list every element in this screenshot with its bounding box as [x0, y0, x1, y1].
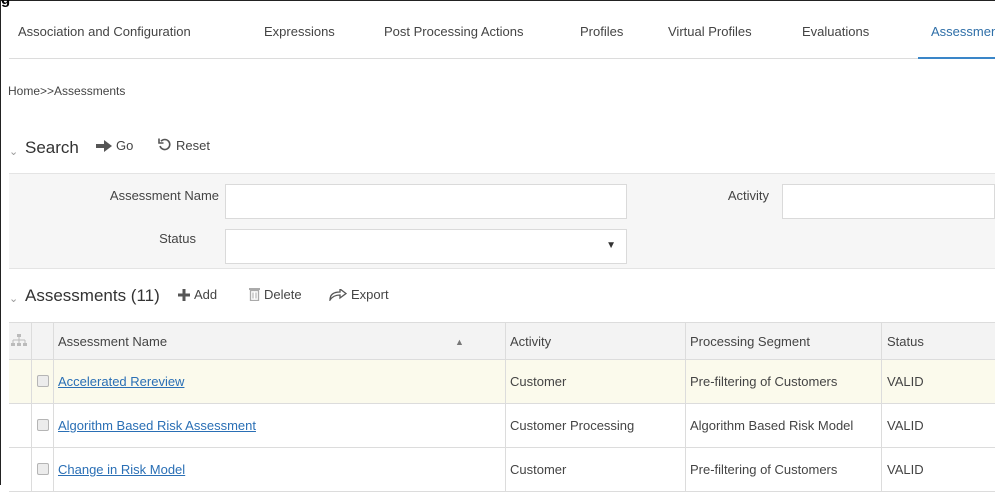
assessment-name-cell: Change in Risk Model	[58, 448, 185, 492]
status-cell: VALID	[887, 462, 924, 477]
tab-association-configuration[interactable]: Association and Configuration	[18, 8, 191, 58]
row-checkbox[interactable]	[37, 375, 49, 387]
tab-bar: Association and Configuration Expression…	[9, 8, 995, 59]
hierarchy-icon	[11, 334, 27, 346]
export-button[interactable]: Export	[329, 287, 389, 303]
table-row[interactable]: Algorithm Based Risk Assessment Customer…	[9, 404, 995, 448]
column-divider	[881, 322, 882, 492]
export-icon	[329, 287, 348, 303]
activity-cell: Customer	[510, 462, 567, 477]
assessment-name-label: Assessment Name	[109, 188, 219, 203]
tab-profiles[interactable]: Profiles	[580, 8, 623, 58]
add-button[interactable]: Add	[178, 287, 217, 302]
figure-label: g	[0, 0, 30, 8]
assessment-link[interactable]: Change in Risk Model	[58, 462, 185, 477]
column-settings-icon[interactable]	[11, 334, 27, 353]
activity-cell: Customer	[510, 374, 567, 389]
status-cell: VALID	[887, 374, 924, 389]
status-select[interactable]: ▼	[225, 229, 627, 264]
delete-button[interactable]: Delete	[249, 287, 302, 302]
status-label: Status	[159, 231, 196, 246]
column-header-activity[interactable]: Activity	[510, 323, 551, 361]
status-cell: VALID	[887, 418, 924, 433]
column-header-processing-segment[interactable]: Processing Segment	[690, 323, 810, 361]
activity-cell: Customer Processing	[510, 418, 635, 433]
column-header-assessment-name[interactable]: Assessment Name	[58, 323, 167, 361]
assessment-name-cell: Accelerated Rereview	[58, 360, 184, 404]
assessment-link[interactable]: Accelerated Rereview	[58, 374, 184, 389]
dropdown-arrow-icon: ▼	[606, 240, 616, 251]
processing-segment-cell: Pre-filtering of Customers	[690, 462, 838, 477]
column-divider	[685, 322, 686, 492]
table-row[interactable]: Accelerated Rereview Customer Pre-filter…	[9, 360, 995, 404]
column-divider	[31, 322, 32, 492]
processing-segment-cell: Algorithm Based Risk Model	[690, 418, 854, 433]
reset-icon	[158, 138, 171, 151]
column-divider	[53, 322, 54, 492]
table-header: Assessment Name ▲ Activity Processing Se…	[9, 322, 995, 360]
breadcrumb[interactable]: Home>>Assessments	[8, 84, 125, 98]
tab-post-processing-actions[interactable]: Post Processing Actions	[384, 8, 523, 58]
tab-virtual-profiles[interactable]: Virtual Profiles	[668, 8, 752, 58]
trash-icon	[249, 288, 260, 302]
reset-button[interactable]: Reset	[158, 138, 210, 153]
sort-ascending-icon[interactable]: ▲	[455, 323, 464, 361]
column-header-status[interactable]: Status	[887, 323, 924, 361]
table-row[interactable]: Change in Risk Model Customer Pre-filter…	[9, 448, 995, 492]
go-button[interactable]: Go	[96, 138, 133, 153]
assessments-collapse-icon[interactable]: ⌄	[9, 292, 18, 305]
column-divider	[505, 322, 506, 492]
activity-input[interactable]	[782, 184, 995, 219]
activity-label: Activity	[727, 188, 769, 203]
search-title: Search	[25, 138, 79, 157]
row-checkbox[interactable]	[37, 463, 49, 475]
tab-evaluations[interactable]: Evaluations	[802, 8, 869, 58]
arrow-right-icon	[96, 140, 112, 152]
plus-icon	[178, 289, 190, 301]
search-panel: Assessment Name Activity Status ▼	[9, 173, 995, 269]
assessment-name-input[interactable]	[225, 184, 627, 219]
processing-segment-cell: Pre-filtering of Customers	[690, 374, 838, 389]
search-collapse-icon[interactable]: ⌄	[9, 145, 18, 158]
assessment-link[interactable]: Algorithm Based Risk Assessment	[58, 418, 256, 433]
assessment-name-cell: Algorithm Based Risk Assessment	[58, 404, 256, 448]
assessments-title: Assessments (11)	[25, 286, 160, 305]
tab-expressions[interactable]: Expressions	[264, 8, 335, 58]
row-checkbox[interactable]	[37, 419, 49, 431]
tab-assessment[interactable]: Assessment	[918, 8, 995, 59]
